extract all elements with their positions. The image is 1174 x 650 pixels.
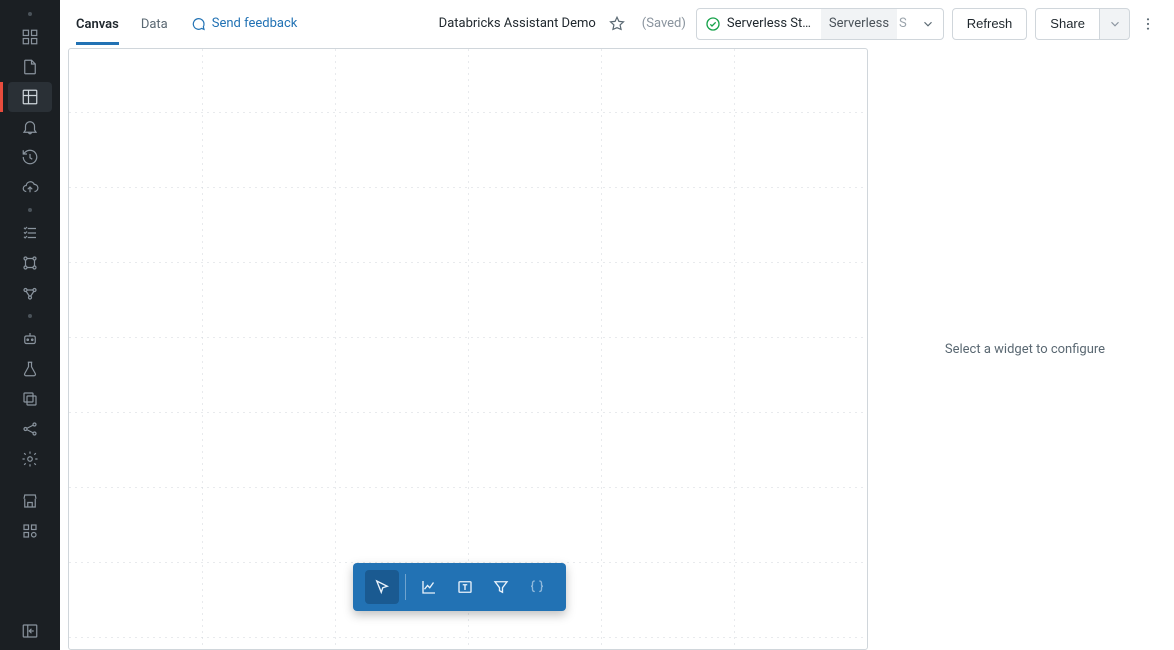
rail-separator [28,314,32,318]
nav-grid[interactable] [8,82,52,112]
add-text[interactable] [448,570,482,604]
nav-experiments[interactable] [8,354,52,384]
compute-badge: S [897,9,913,39]
widget-config-panel: Select a widget to configure [876,48,1174,650]
nav-dashboard[interactable] [8,22,52,52]
nav-share-nodes[interactable] [8,414,52,444]
braces-icon [528,578,546,596]
nav-cloud-up[interactable] [8,172,52,202]
cursor-icon [373,578,391,596]
pipelines-icon [21,284,39,302]
nav-apps[interactable] [8,516,52,546]
rail-separator [28,12,32,16]
comment-icon [190,16,206,32]
nav-stacks[interactable] [8,384,52,414]
saved-status: (Saved) [642,16,686,31]
gear-icon [21,450,39,468]
collapse-icon [21,622,39,640]
canvas-area[interactable] [68,48,868,650]
grid-icon [21,88,39,106]
canvas-toolbar [353,563,566,611]
check-circle-icon [705,16,721,32]
tab-data[interactable]: Data [141,3,168,44]
page-title[interactable]: Databricks Assistant Demo [439,16,596,31]
dashboard-icon [21,28,39,46]
nav-tasks[interactable] [8,218,52,248]
compute-selector[interactable]: Serverless Sta… Serverless S [696,8,944,40]
add-code[interactable] [520,570,554,604]
robot-icon [21,330,39,348]
more-menu[interactable] [1134,16,1162,32]
add-filter[interactable] [484,570,518,604]
funnel-icon [492,578,510,596]
feedback-label: Send feedback [212,16,298,31]
nav-models[interactable] [8,324,52,354]
nav-file[interactable] [8,52,52,82]
toolbar-separator [405,574,406,600]
rail-separator [28,208,32,212]
tasks-icon [21,224,39,242]
apps-icon [21,522,39,540]
compute-status-label: Serverless Sta… [727,16,813,31]
file-icon [21,58,39,76]
text-block-icon [456,578,474,596]
compute-kind-label: Serverless [821,9,897,39]
topbar: Canvas Data Send feedback Databricks Ass… [60,0,1174,48]
add-chart[interactable] [412,570,446,604]
pointer-tool[interactable] [365,570,399,604]
nav-store[interactable] [8,486,52,516]
right-panel-placeholder: Select a widget to configure [945,342,1105,357]
left-nav-rail [0,0,60,650]
chart-line-icon [420,578,438,596]
refresh-button[interactable]: Refresh [952,8,1028,40]
nav-pipelines[interactable] [8,278,52,308]
tab-canvas[interactable]: Canvas [76,3,119,44]
history-icon [21,148,39,166]
page-tabs: Canvas Data [76,3,168,44]
chevron-down-icon [1108,17,1122,31]
compute-dropdown-arrow[interactable] [913,9,943,39]
nav-alerts[interactable] [8,112,52,142]
share-dropdown[interactable] [1100,8,1130,40]
stacks-icon [21,390,39,408]
nav-history[interactable] [8,142,52,172]
nav-connections[interactable] [8,248,52,278]
cloud-up-icon [21,178,39,196]
nav-settings[interactable] [8,444,52,474]
favorite-toggle[interactable] [608,15,626,33]
kebab-icon [1140,16,1156,32]
connections-icon [21,254,39,272]
store-icon [21,492,39,510]
flask-icon [21,360,39,378]
bell-icon [21,118,39,136]
canvas-grid [69,49,867,649]
share-button-group: Share [1035,8,1130,40]
star-icon [608,15,626,33]
share-button[interactable]: Share [1035,8,1100,40]
nav-collapse[interactable] [8,616,52,646]
send-feedback-link[interactable]: Send feedback [190,16,298,32]
chevron-down-icon [921,17,935,31]
share-nodes-icon [21,420,39,438]
